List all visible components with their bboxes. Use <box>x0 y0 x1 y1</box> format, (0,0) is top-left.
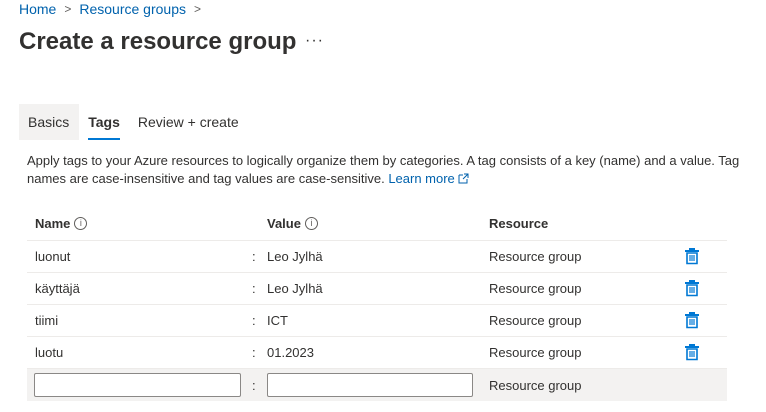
tag-value: 01.2023 <box>267 345 314 360</box>
tab-basics[interactable]: Basics <box>19 104 80 140</box>
tag-separator: : <box>252 345 256 360</box>
tag-resource: Resource group <box>489 378 582 393</box>
tag-separator: : <box>252 313 256 328</box>
table-row: luotu : 01.2023 Resource group <box>27 337 727 369</box>
table-row: tiimi : ICT Resource group <box>27 305 727 337</box>
description-text: Apply tags to your Azure resources to lo… <box>27 153 740 186</box>
external-link-icon <box>458 173 469 184</box>
tag-name: käyttäjä <box>35 281 80 296</box>
learn-more-label: Learn more <box>388 171 455 186</box>
tag-value: Leo Jylhä <box>267 281 323 296</box>
tag-separator: : <box>252 249 256 264</box>
tab-review-create[interactable]: Review + create <box>129 104 248 140</box>
header-name: Name i <box>35 216 88 231</box>
tags-description: Apply tags to your Azure resources to lo… <box>27 152 747 188</box>
table-row: käyttäjä : Leo Jylhä Resource group <box>27 273 727 305</box>
header-name-label: Name <box>35 216 71 231</box>
tag-resource: Resource group <box>489 345 582 360</box>
info-icon[interactable]: i <box>74 217 88 230</box>
new-tag-value-input[interactable] <box>267 373 473 397</box>
chevron-right-icon: > <box>64 2 72 16</box>
header-value-label: Value <box>267 216 301 231</box>
chevron-right-icon: > <box>194 2 202 16</box>
tag-name: luotu <box>35 345 64 360</box>
new-tag-row: : Resource group <box>27 369 727 401</box>
trash-icon[interactable] <box>684 279 700 297</box>
tag-separator: : <box>252 378 256 393</box>
trash-icon[interactable] <box>684 343 700 361</box>
trash-icon[interactable] <box>684 247 700 265</box>
tag-value: Leo Jylhä <box>267 249 323 264</box>
tag-resource: Resource group <box>489 249 582 264</box>
tag-resource: Resource group <box>489 281 582 296</box>
header-resource: Resource <box>489 216 549 231</box>
tag-separator: : <box>252 281 256 296</box>
tag-value: ICT <box>267 313 288 328</box>
page-title: Create a resource group <box>19 28 297 55</box>
learn-more-link[interactable]: Learn more <box>388 171 469 186</box>
new-tag-name-input[interactable] <box>34 373 241 397</box>
tags-table: Name i Value i Resource luonut : Leo Jylhä… <box>27 207 727 401</box>
header-value: Value i <box>267 216 318 231</box>
info-icon[interactable]: i <box>304 217 318 230</box>
tag-name: tiimi <box>35 313 59 328</box>
breadcrumb: Home > Resource groups > <box>19 1 209 17</box>
trash-icon[interactable] <box>684 311 700 329</box>
more-options-button[interactable]: ··· <box>305 32 324 50</box>
tab-tags[interactable]: Tags <box>79 104 129 140</box>
table-header: Name i Value i Resource <box>27 207 727 241</box>
breadcrumb-resource-groups[interactable]: Resource groups <box>79 1 186 17</box>
breadcrumb-home[interactable]: Home <box>19 1 56 17</box>
tab-bar: Basics Tags Review + create <box>19 104 248 140</box>
tag-name: luonut <box>35 249 71 264</box>
tag-resource: Resource group <box>489 313 582 328</box>
table-row: luonut : Leo Jylhä Resource group <box>27 241 727 273</box>
